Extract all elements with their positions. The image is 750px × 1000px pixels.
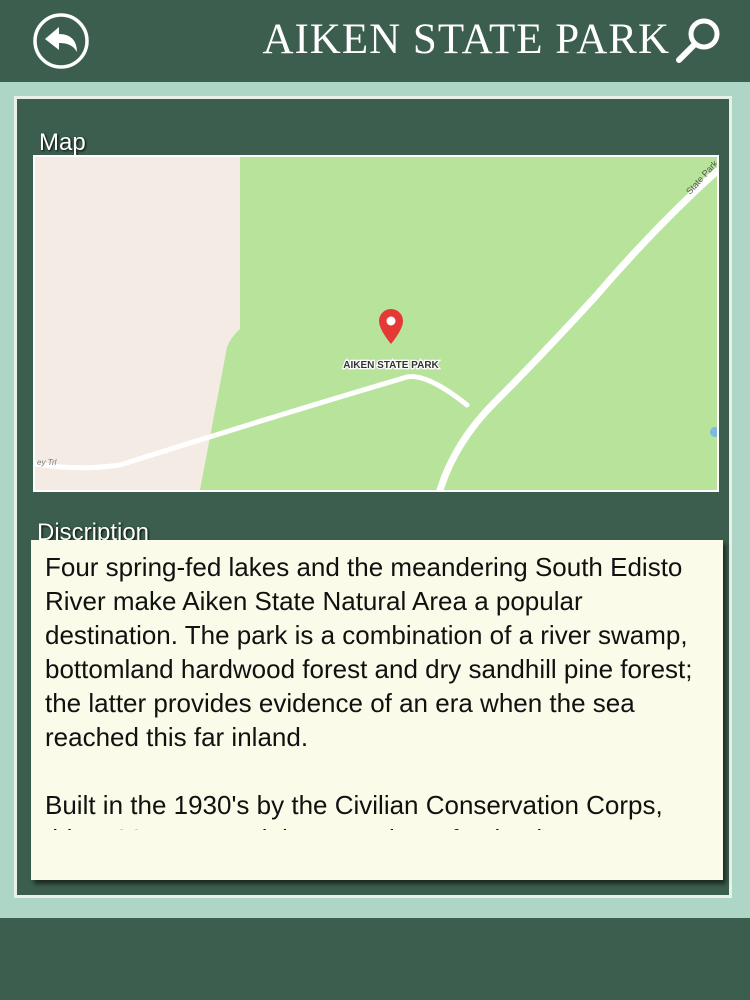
search-icon xyxy=(676,18,720,63)
search-button[interactable] xyxy=(672,14,726,68)
bottom-bar xyxy=(0,918,750,1000)
description-box[interactable]: Four spring-fed lakes and the meandering… xyxy=(31,540,723,880)
map-road-label-left: ey Trl xyxy=(37,458,57,467)
map-view[interactable]: AIKEN STATE PARK State Park ey Trl xyxy=(33,155,719,492)
map-section-label: Map xyxy=(39,129,86,156)
page-title: AIKEN STATE PARK xyxy=(262,16,670,63)
map-pin-label: AIKEN STATE PARK xyxy=(343,360,439,371)
header-bar: AIKEN STATE PARK xyxy=(0,0,750,82)
detail-panel: Map AIKEN STATE PARK State Park ey Trl D… xyxy=(14,96,732,898)
back-arrow-icon xyxy=(33,13,89,69)
back-button[interactable] xyxy=(32,12,90,70)
description-text: Four spring-fed lakes and the meandering… xyxy=(45,552,693,830)
content-frame: Map AIKEN STATE PARK State Park ey Trl D… xyxy=(0,82,750,918)
